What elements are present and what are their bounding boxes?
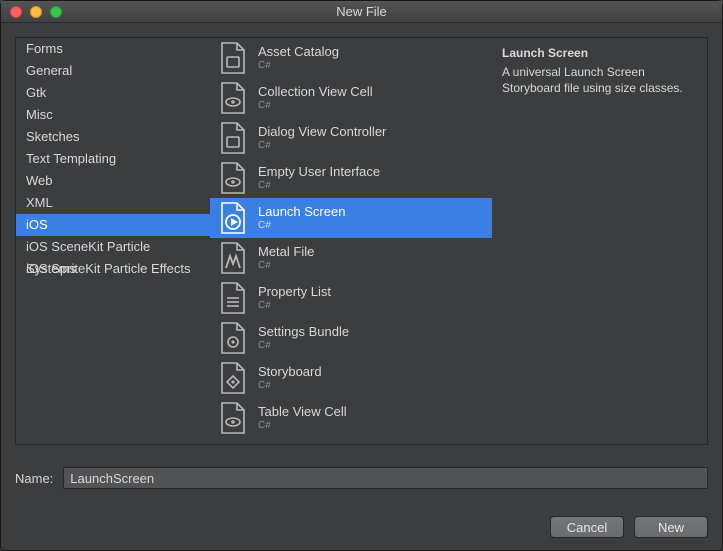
play-file-icon <box>218 201 248 235</box>
eye-file-icon <box>218 81 248 115</box>
minimize-icon[interactable] <box>30 6 42 18</box>
category-item[interactable]: General <box>16 60 210 82</box>
description-title: Launch Screen <box>502 46 697 60</box>
template-name: Dialog View Controller <box>258 125 386 140</box>
window-controls <box>10 6 62 18</box>
template-item[interactable]: Launch ScreenC# <box>210 198 492 238</box>
category-item[interactable]: Text Templating <box>16 148 210 170</box>
template-lang: C# <box>258 300 331 312</box>
category-item[interactable]: iOS SceneKit Particle Systems <box>16 236 210 258</box>
category-list: FormsGeneralGtkMiscSketchesText Templati… <box>15 37 210 445</box>
square-file-icon <box>218 121 248 155</box>
list-file-icon <box>218 281 248 315</box>
category-item[interactable]: XML <box>16 192 210 214</box>
template-lang: C# <box>258 340 349 352</box>
category-item[interactable]: Misc <box>16 104 210 126</box>
footer-buttons: Cancel New <box>550 516 708 538</box>
template-lang: C# <box>258 420 347 432</box>
category-item[interactable]: Web <box>16 170 210 192</box>
content-area: FormsGeneralGtkMiscSketchesText Templati… <box>1 23 722 459</box>
template-lang: C# <box>258 140 386 152</box>
template-name: Launch Screen <box>258 205 345 220</box>
template-item[interactable]: Settings BundleC# <box>210 318 492 358</box>
template-name: Table View Cell <box>258 405 347 420</box>
template-name: Metal File <box>258 245 314 260</box>
metal-file-icon <box>218 241 248 275</box>
template-lang: C# <box>258 180 380 192</box>
category-item[interactable]: iOS <box>16 214 210 236</box>
template-item[interactable]: Asset CatalogC# <box>210 38 492 78</box>
template-name: Property List <box>258 285 331 300</box>
template-lang: C# <box>258 260 314 272</box>
cancel-button[interactable]: Cancel <box>550 516 624 538</box>
category-item[interactable]: iOS SpriteKit Particle Effects <box>16 258 210 280</box>
template-name: Empty User Interface <box>258 165 380 180</box>
close-icon[interactable] <box>10 6 22 18</box>
template-name: Collection View Cell <box>258 85 373 100</box>
category-item[interactable]: Forms <box>16 38 210 60</box>
description-body: A universal Launch Screen Storyboard fil… <box>502 64 697 96</box>
template-name: Asset Catalog <box>258 45 339 60</box>
template-item[interactable]: StoryboardC# <box>210 358 492 398</box>
new-button[interactable]: New <box>634 516 708 538</box>
template-item[interactable]: Table View CellC# <box>210 398 492 438</box>
template-item[interactable]: Empty User InterfaceC# <box>210 158 492 198</box>
eye-file-icon <box>218 401 248 435</box>
template-name: Storyboard <box>258 365 322 380</box>
titlebar: New File <box>1 1 722 23</box>
zoom-icon[interactable] <box>50 6 62 18</box>
template-list: Asset CatalogC# Collection View CellC# D… <box>210 37 492 445</box>
template-item[interactable]: Property ListC# <box>210 278 492 318</box>
template-name: Settings Bundle <box>258 325 349 340</box>
category-item[interactable]: Sketches <box>16 126 210 148</box>
square-file-icon <box>218 41 248 75</box>
name-label: Name: <box>15 471 53 486</box>
template-lang: C# <box>258 220 345 232</box>
template-item[interactable]: Collection View CellC# <box>210 78 492 118</box>
gear-file-icon <box>218 321 248 355</box>
name-bar: Name: <box>1 459 722 493</box>
description-panel: Launch Screen A universal Launch Screen … <box>492 37 708 445</box>
template-item[interactable]: Dialog View ControllerC# <box>210 118 492 158</box>
template-lang: C# <box>258 380 322 392</box>
category-item[interactable]: Gtk <box>16 82 210 104</box>
diamond-file-icon <box>218 361 248 395</box>
name-input[interactable] <box>63 467 708 489</box>
eye-file-icon <box>218 161 248 195</box>
template-lang: C# <box>258 100 373 112</box>
window-title: New File <box>1 4 722 19</box>
template-lang: C# <box>258 60 339 72</box>
template-item[interactable]: Metal FileC# <box>210 238 492 278</box>
